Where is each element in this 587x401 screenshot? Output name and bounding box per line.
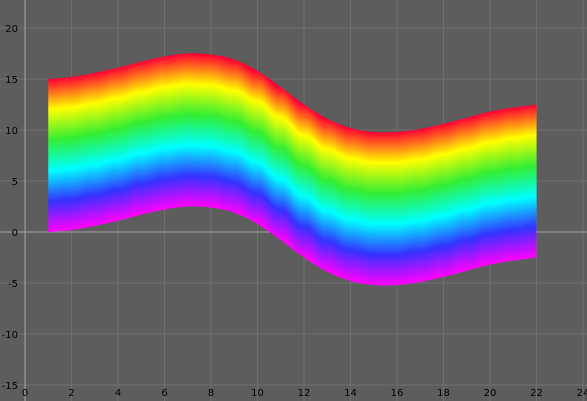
y-tick-label: 10 [5,126,18,137]
y-tick-label: -10 [2,330,18,341]
x-tick-label: 16 [391,388,404,399]
x-tick-label: 2 [68,388,74,399]
y-tick-label: -5 [8,279,18,290]
y-tick-label: 20 [5,24,18,35]
x-tick-label: 20 [484,388,497,399]
x-tick-label: 6 [161,388,167,399]
x-tick-label: 4 [115,388,121,399]
rainbow-band [48,53,537,286]
x-tick-label: 24 [577,388,587,399]
y-tick-label: 0 [12,228,18,239]
y-tick-label: 15 [5,75,18,86]
series-layer [48,53,537,286]
x-tick-label: 14 [344,388,357,399]
x-tick-labels: 0 2 4 6 8 10 12 14 16 18 20 22 24 [22,388,587,399]
x-tick-label: 18 [437,388,450,399]
x-tick-label: 10 [251,388,264,399]
x-tick-label: 8 [208,388,214,399]
y-tick-label: -15 [2,381,18,392]
chart-plot-area: 0 2 4 6 8 10 12 14 16 18 20 22 24 -15-10-505101520 [0,0,587,401]
x-tick-label: 0 [22,388,28,399]
y-tick-label: 5 [12,177,18,188]
x-tick-label: 12 [298,388,311,399]
x-tick-label: 22 [530,388,543,399]
